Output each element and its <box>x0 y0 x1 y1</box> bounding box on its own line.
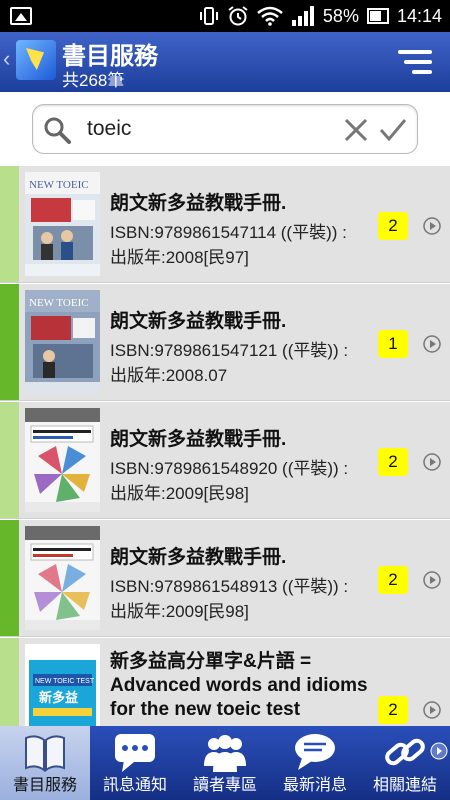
speech-icon <box>295 734 335 770</box>
image-notification-icon <box>10 7 32 25</box>
bottom-tab-bar: 書目服務 訊息通知 讀者專區 最新消息 相關連結 <box>0 726 450 800</box>
chat-bubble-icon <box>115 734 155 772</box>
status-icons: 58% 14:14 <box>199 0 442 32</box>
battery-icon <box>366 8 389 24</box>
users-icon <box>204 735 246 772</box>
book-cover: NEW TOEIC <box>25 290 100 394</box>
tab-catalog-service[interactable]: 書目服務 <box>0 726 90 800</box>
book-year: 出版年:2008[民97] <box>110 248 249 267</box>
filter-menu-icon[interactable] <box>398 50 432 74</box>
tab-label: 書目服務 <box>12 777 77 794</box>
search-box[interactable] <box>32 104 418 154</box>
list-item[interactable]: 朗文新多益教戰手冊. ISBN:9789861548920 ((平裝)) : 出… <box>0 402 450 519</box>
result-count: 共268筆 <box>62 71 125 90</box>
wifi-icon <box>257 6 283 26</box>
list-item[interactable]: NEW TOEIC TEST 新多益 新多益高分單字&片語 = Advanced… <box>0 638 450 726</box>
vibrate-icon <box>199 7 218 25</box>
list-item[interactable]: NEW TOEIC 朗文新多益教戰手冊. ISBN:9789861547114 … <box>0 166 450 283</box>
accent-bar <box>0 284 19 400</box>
tab-notifications[interactable]: 訊息通知 <box>90 726 180 800</box>
holdings-count-badge: 2 <box>378 448 408 476</box>
tab-label: 訊息通知 <box>102 777 167 794</box>
tab-label: 相關連結 <box>372 777 437 794</box>
accent-bar <box>0 166 19 282</box>
book-cover: NEW TOEIC TEST 新多益 <box>25 644 100 726</box>
cover-text: NEW TOEIC <box>29 179 89 191</box>
book-icon <box>25 735 65 772</box>
signal-icon <box>291 6 314 26</box>
app-header: ‹ 書目服務 共268筆 <box>0 32 450 92</box>
battery-percent: 58% <box>322 5 359 26</box>
detail-arrow-icon[interactable] <box>422 334 442 354</box>
holdings-count-badge: 2 <box>378 212 408 240</box>
book-title: 朗文新多益教戰手冊. <box>110 429 287 450</box>
book-year: 出版年:2009[民98] <box>110 602 249 621</box>
book-title-line: 新多益高分單字&片語 = <box>110 651 312 672</box>
result-list[interactable]: NEW TOEIC 朗文新多益教戰手冊. ISBN:9789861547114 … <box>0 166 450 726</box>
book-cover <box>25 408 100 512</box>
alarm-icon <box>228 6 248 26</box>
link-icon <box>385 738 425 766</box>
accent-bar <box>0 520 19 636</box>
detail-arrow-icon[interactable] <box>422 570 442 590</box>
book-isbn: ISBN:9789861547114 ((平裝)) : <box>110 223 347 242</box>
book-isbn: ISBN:9789861547121 ((平裝)) : <box>110 341 349 360</box>
cover-subtitle: 新多益 <box>39 690 78 706</box>
detail-arrow-icon[interactable] <box>422 452 442 472</box>
clock: 14:14 <box>396 5 442 26</box>
book-title: 朗文新多益教戰手冊. <box>110 193 287 214</box>
holdings-count-badge: 1 <box>378 330 408 358</box>
app-logo[interactable] <box>16 40 56 80</box>
book-title: 朗文新多益教戰手冊. <box>110 547 287 568</box>
holdings-count-badge: 2 <box>378 566 408 594</box>
search-area <box>0 92 450 166</box>
tab-latest-news[interactable]: 最新消息 <box>270 726 360 800</box>
holdings-count-badge: 2 <box>378 696 408 724</box>
book-year: 出版年:2009[民98] <box>110 484 249 503</box>
cover-text: NEW TOEIC <box>29 297 89 309</box>
book-title-line: for the new toeic test <box>110 699 301 720</box>
book-year: 出版年:2008.07 <box>110 366 228 385</box>
book-cover <box>25 526 100 630</box>
scroll-right-icon[interactable] <box>430 742 448 760</box>
detail-arrow-icon[interactable] <box>422 700 442 720</box>
book-title: 新多益高分單字&片語 = Advanced words and idioms f… <box>110 650 390 722</box>
back-chevron-icon[interactable]: ‹ <box>3 46 10 72</box>
tab-label: 最新消息 <box>282 777 347 794</box>
list-item[interactable]: NEW TOEIC 朗文新多益教戰手冊. ISBN:9789861547121 … <box>0 284 450 401</box>
accent-bar <box>0 402 19 518</box>
tab-related-links[interactable]: 相關連結 <box>360 726 450 800</box>
search-icon[interactable] <box>43 116 71 144</box>
tab-reader-area[interactable]: 讀者專區 <box>180 726 270 800</box>
search-input[interactable] <box>87 113 327 145</box>
book-isbn: ISBN:9789861548913 ((平裝)) : <box>110 577 349 596</box>
detail-arrow-icon[interactable] <box>422 216 442 236</box>
book-title: 朗文新多益教戰手冊. <box>110 311 287 332</box>
status-bar: 58% 14:14 <box>0 0 450 32</box>
book-title-line: Advanced words and idioms <box>110 675 368 696</box>
accent-bar <box>0 638 19 726</box>
clear-icon[interactable] <box>343 117 369 143</box>
checkmark-icon[interactable] <box>379 117 407 143</box>
book-cover: NEW TOEIC <box>25 172 100 276</box>
tab-label: 讀者專區 <box>192 777 257 794</box>
book-isbn: ISBN:9789861548920 ((平裝)) : <box>110 459 349 478</box>
list-item[interactable]: 朗文新多益教戰手冊. ISBN:9789861548913 ((平裝)) : 出… <box>0 520 450 637</box>
cover-text: NEW TOEIC TEST <box>35 678 95 685</box>
